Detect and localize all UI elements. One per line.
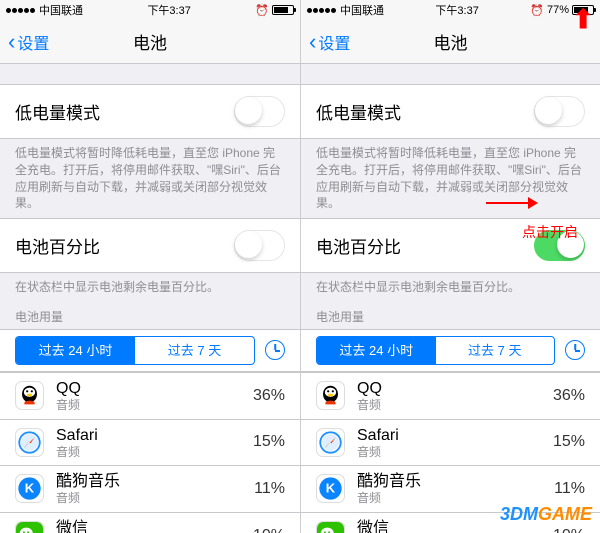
chevron-left-icon: ‹ <box>309 29 316 55</box>
app-pct: 11% <box>554 480 585 498</box>
qq-icon <box>316 381 345 410</box>
app-name: 微信 <box>56 519 253 533</box>
battery-pct-label: 电池百分比 <box>15 233 100 258</box>
segment-control[interactable]: 过去 24 小时 过去 7 天 <box>15 336 255 365</box>
app-pct: 15% <box>553 433 585 451</box>
app-name: QQ <box>56 379 253 398</box>
low-power-label: 低电量模式 <box>15 99 100 124</box>
kugou-icon: K <box>316 474 345 503</box>
app-pct: 10% <box>253 527 285 533</box>
status-time: 下午3:37 <box>435 2 478 18</box>
qq-icon <box>15 381 44 410</box>
nav-bar: ‹设置 电池 <box>301 20 600 64</box>
segment-7d[interactable]: 过去 7 天 <box>436 337 555 364</box>
app-row-kugou[interactable]: K 酷狗音乐音频11% <box>0 466 300 513</box>
app-sub: 音频 <box>357 398 553 412</box>
annotation-arrow-right <box>484 193 538 213</box>
segment-row: 过去 24 小时 过去 7 天 <box>301 329 600 372</box>
usage-header: 电池用量 <box>301 302 600 329</box>
battery-pct-switch-off[interactable] <box>234 230 285 261</box>
signal-dots <box>6 8 35 13</box>
back-button[interactable]: ‹设置 <box>0 29 49 55</box>
low-power-switch[interactable] <box>234 96 285 127</box>
signal-dots <box>307 8 336 13</box>
annotation-text: 点击开启 <box>522 222 578 242</box>
low-power-desc: 低电量模式将暂时降低耗电量，直至您 iPhone 完全充电。打开后，将停用邮件获… <box>0 139 300 218</box>
app-name: Safari <box>56 426 253 445</box>
app-row-safari[interactable]: Safari音频15% <box>301 420 600 467</box>
clock-icon[interactable] <box>265 340 285 360</box>
usage-header: 电池用量 <box>0 302 300 329</box>
app-pct: 36% <box>253 387 285 405</box>
low-power-desc: 低电量模式将暂时降低耗电量，直至您 iPhone 完全充电。打开后，将停用邮件获… <box>301 139 600 218</box>
app-name: 酷狗音乐 <box>357 472 554 491</box>
page-title: 电池 <box>434 29 468 54</box>
status-bar: 中国联通 下午3:37 ⏰ 77% <box>301 0 600 20</box>
carrier-label: 中国联通 <box>39 2 83 18</box>
segment-7d[interactable]: 过去 7 天 <box>135 337 254 364</box>
low-power-mode-cell[interactable]: 低电量模式 <box>301 84 600 139</box>
carrier-label: 中国联通 <box>340 2 384 18</box>
low-power-switch[interactable] <box>534 96 585 127</box>
app-sub: 音频 <box>56 491 254 505</box>
segment-24h[interactable]: 过去 24 小时 <box>16 337 135 364</box>
app-sub: 音频 <box>357 445 553 459</box>
svg-text:K: K <box>326 481 336 496</box>
annotation-arrow-up: ⬆ <box>572 4 594 35</box>
alarm-icon: ⏰ <box>530 4 544 17</box>
app-pct: 15% <box>253 433 285 451</box>
battery-pct-desc: 在状态栏中显示电池剩余电量百分比。 <box>0 273 300 302</box>
battery-pct-status: 77% <box>547 4 569 16</box>
battery-pct-label: 电池百分比 <box>316 233 401 258</box>
screen-after: ⬆ 点击开启 中国联通 下午3:37 ⏰ 77% ‹设置 电池 低电量模式 低电… <box>300 0 600 533</box>
safari-icon <box>15 428 44 457</box>
battery-pct-cell[interactable]: 电池百分比 <box>0 218 300 273</box>
nav-bar: ‹设置 电池 <box>0 20 300 64</box>
app-sub: 音频 <box>56 398 253 412</box>
app-row-safari[interactable]: Safari音频15% <box>0 420 300 467</box>
app-list: QQ音频36%Safari音频15%K酷狗音乐音频11%微信音频10%设置7%A… <box>0 372 300 533</box>
svg-text:K: K <box>25 481 35 496</box>
status-bar: 中国联通 下午3:37 ⏰ <box>0 0 300 20</box>
chevron-left-icon: ‹ <box>8 29 15 55</box>
screen-before: 中国联通 下午3:37 ⏰ ‹设置 电池 低电量模式 低电量模式将暂时降低耗电量… <box>0 0 300 533</box>
alarm-icon: ⏰ <box>255 4 269 17</box>
watermark: 3DMGAME <box>500 504 592 525</box>
app-row-qq[interactable]: QQ音频36% <box>301 372 600 420</box>
segment-control[interactable]: 过去 24 小时 过去 7 天 <box>316 336 555 365</box>
wechat-icon <box>316 521 345 533</box>
segment-row: 过去 24 小时 过去 7 天 <box>0 329 300 372</box>
app-pct: 11% <box>254 480 285 498</box>
kugou-icon: K <box>15 474 44 503</box>
back-button[interactable]: ‹设置 <box>301 29 350 55</box>
app-row-qq[interactable]: QQ音频36% <box>0 372 300 420</box>
battery-icon <box>272 5 294 15</box>
page-title: 电池 <box>133 29 167 54</box>
status-time: 下午3:37 <box>147 2 190 18</box>
app-pct: 10% <box>553 527 585 533</box>
segment-24h[interactable]: 过去 24 小时 <box>317 337 436 364</box>
wechat-icon <box>15 521 44 533</box>
clock-icon[interactable] <box>565 340 585 360</box>
app-name: Safari <box>357 426 553 445</box>
app-name: 酷狗音乐 <box>56 472 254 491</box>
app-sub: 音频 <box>56 445 253 459</box>
low-power-mode-cell[interactable]: 低电量模式 <box>0 84 300 139</box>
battery-pct-desc: 在状态栏中显示电池剩余电量百分比。 <box>301 273 600 302</box>
app-pct: 36% <box>553 387 585 405</box>
app-name: QQ <box>357 379 553 398</box>
low-power-label: 低电量模式 <box>316 99 401 124</box>
app-row-wechat[interactable]: 微信音频10% <box>0 513 300 533</box>
safari-icon <box>316 428 345 457</box>
